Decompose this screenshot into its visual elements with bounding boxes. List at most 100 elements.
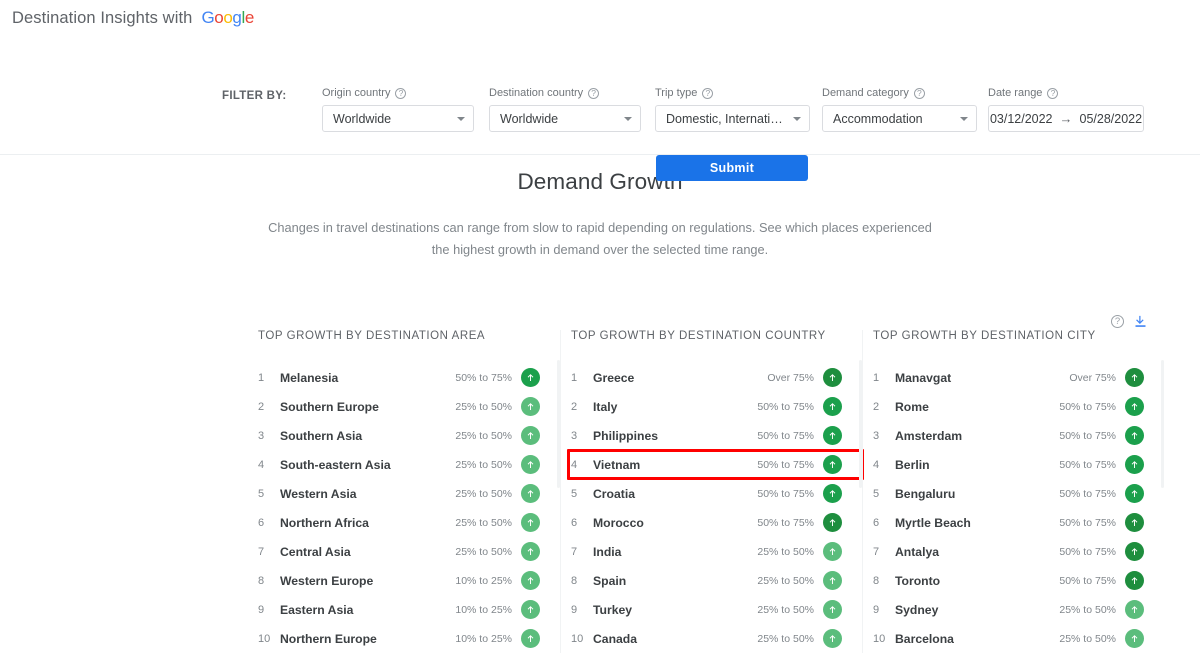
list-item-rank: 2: [258, 401, 280, 413]
list-item[interactable]: 7Antalya50% to 75%: [873, 537, 1144, 566]
list-item-rank: 3: [571, 430, 593, 442]
list-item[interactable]: 3Philippines50% to 75%: [571, 421, 842, 450]
list-item-growth-value: 25% to 50%: [757, 575, 814, 587]
list-item-rank: 1: [571, 372, 593, 384]
filter-field-demand-category: Demand category Accommodation: [822, 86, 977, 132]
list-item-growth-value: 50% to 75%: [1059, 401, 1116, 413]
help-icon[interactable]: [1111, 315, 1124, 328]
list-item-name: Southern Asia: [280, 429, 455, 443]
arrow-up-icon: [521, 484, 540, 503]
filter-label-origin-country: Origin country: [322, 86, 474, 100]
list-item[interactable]: 9Eastern Asia10% to 25%: [258, 595, 540, 624]
origin-country-value: Worldwide: [333, 112, 391, 126]
list-item-growth-value: 50% to 75%: [1059, 546, 1116, 558]
list-item[interactable]: 8Western Europe10% to 25%: [258, 566, 540, 595]
list-item[interactable]: 1GreeceOver 75%: [571, 363, 842, 392]
list-item-rank: 8: [873, 575, 895, 587]
help-icon[interactable]: [914, 88, 925, 99]
list-item[interactable]: 6Northern Africa25% to 50%: [258, 508, 540, 537]
download-icon[interactable]: [1133, 314, 1148, 329]
filter-field-trip-type: Trip type Domestic, International: [655, 86, 810, 132]
list-item[interactable]: 10Canada25% to 50%: [571, 624, 842, 653]
list-item[interactable]: 1ManavgatOver 75%: [873, 363, 1144, 392]
list-item[interactable]: 9Turkey25% to 50%: [571, 595, 842, 624]
arrow-up-icon: [823, 484, 842, 503]
filter-bar: FILTER BY: Origin country Worldwide Dest…: [0, 36, 1200, 155]
google-logo: Google: [201, 8, 253, 28]
arrow-up-icon: [823, 542, 842, 561]
list-item[interactable]: 8Spain25% to 50%: [571, 566, 842, 595]
arrow-up-icon: [1125, 629, 1144, 648]
arrow-up-icon: [1125, 571, 1144, 590]
trip-type-select[interactable]: Domestic, International: [655, 105, 810, 132]
arrow-up-icon: [1125, 484, 1144, 503]
list-item-growth-value: Over 75%: [767, 372, 814, 384]
arrow-up-icon: [521, 571, 540, 590]
filter-label-destination-country: Destination country: [489, 86, 641, 100]
destination-country-label-text: Destination country: [489, 87, 583, 99]
list-item[interactable]: 3Southern Asia25% to 50%: [258, 421, 540, 450]
filter-by-label: FILTER BY:: [222, 90, 287, 102]
list-item[interactable]: 3Amsterdam50% to 75%: [873, 421, 1144, 450]
list-item-name: Barcelona: [895, 632, 1059, 646]
list-item[interactable]: 1Melanesia50% to 75%: [258, 363, 540, 392]
list-item-growth-value: 10% to 25%: [455, 633, 512, 645]
demand-category-value: Accommodation: [833, 112, 923, 126]
origin-country-select[interactable]: Worldwide: [322, 105, 474, 132]
list-item-growth-value: 50% to 75%: [757, 517, 814, 529]
list-item-rank: 7: [258, 546, 280, 558]
list-item[interactable]: 7Central Asia25% to 50%: [258, 537, 540, 566]
help-icon[interactable]: [702, 88, 713, 99]
list-item-rank: 10: [571, 633, 593, 645]
list-item-name: Melanesia: [280, 371, 455, 385]
help-icon[interactable]: [1047, 88, 1058, 99]
list-item[interactable]: 6Myrtle Beach50% to 75%: [873, 508, 1144, 537]
list-item[interactable]: 8Toronto50% to 75%: [873, 566, 1144, 595]
list-item[interactable]: 5Western Asia25% to 50%: [258, 479, 540, 508]
list-item-name: Canada: [593, 632, 757, 646]
list-item[interactable]: 9Sydney25% to 50%: [873, 595, 1144, 624]
scrollbar-thumb[interactable]: [1161, 360, 1164, 488]
list-item-name: Central Asia: [280, 545, 455, 559]
list-item[interactable]: 5Croatia50% to 75%: [571, 479, 842, 508]
list-item[interactable]: 2Italy50% to 75%: [571, 392, 842, 421]
arrow-up-icon: [521, 368, 540, 387]
arrow-up-icon: [823, 455, 842, 474]
list-item-name: South-eastern Asia: [280, 458, 455, 472]
list-item-growth-value: 25% to 50%: [455, 459, 512, 471]
arrow-up-icon: [1125, 368, 1144, 387]
list-item-rank: 1: [873, 372, 895, 384]
list-item-name: Southern Europe: [280, 400, 455, 414]
list-item-name: Northern Africa: [280, 516, 455, 530]
list-item-growth-value: 50% to 75%: [1059, 517, 1116, 529]
list-item[interactable]: 4South-eastern Asia25% to 50%: [258, 450, 540, 479]
list-item[interactable]: 7India25% to 50%: [571, 537, 842, 566]
list-item-rank: 8: [571, 575, 593, 587]
list-item-name: Amsterdam: [895, 429, 1059, 443]
arrow-up-icon: [521, 542, 540, 561]
list-item[interactable]: 4Berlin50% to 75%: [873, 450, 1144, 479]
help-icon[interactable]: [588, 88, 599, 99]
list-item-rank: 5: [571, 488, 593, 500]
list-item-growth-value: 25% to 50%: [1059, 633, 1116, 645]
list-item-name: Manavgat: [895, 371, 1069, 385]
demand-category-select[interactable]: Accommodation: [822, 105, 977, 132]
list-item[interactable]: 10Northern Europe10% to 25%: [258, 624, 540, 653]
list-item-name: Northern Europe: [280, 632, 455, 646]
help-icon[interactable]: [395, 88, 406, 99]
list-item[interactable]: 10Barcelona25% to 50%: [873, 624, 1144, 653]
list-item-rank: 10: [258, 633, 280, 645]
list-item-highlighted[interactable]: 4Vietnam50% to 75%: [571, 450, 842, 479]
list-item-name: Myrtle Beach: [895, 516, 1059, 530]
list-item[interactable]: 2Rome50% to 75%: [873, 392, 1144, 421]
submit-button[interactable]: Submit: [656, 155, 808, 181]
list-item-rank: 2: [873, 401, 895, 413]
arrow-up-icon: [521, 600, 540, 619]
date-range-picker[interactable]: 03/12/2022 → 05/28/2022: [988, 105, 1144, 132]
chevron-down-icon: [457, 117, 465, 121]
list-item[interactable]: 6Morocco50% to 75%: [571, 508, 842, 537]
list-item[interactable]: 2Southern Europe25% to 50%: [258, 392, 540, 421]
list-item[interactable]: 5Bengaluru50% to 75%: [873, 479, 1144, 508]
chevron-down-icon: [960, 117, 968, 121]
destination-country-select[interactable]: Worldwide: [489, 105, 641, 132]
